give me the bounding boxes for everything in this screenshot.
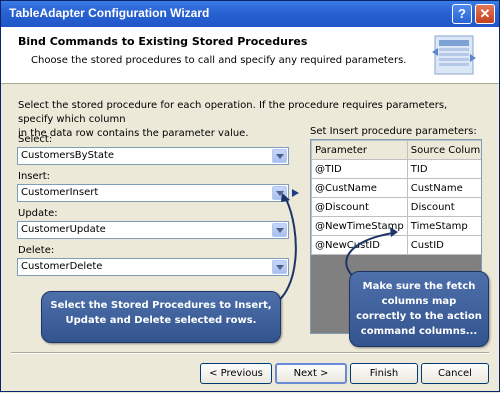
delete-label: Delete: [18,245,55,256]
insert-label: Insert: [18,171,51,182]
callout-right-line-3: correctly to the action [356,311,482,322]
close-button[interactable]: ✕ [475,4,495,24]
instructions-line-1: Select the stored procedure for each ope… [18,100,448,125]
param-cell[interactable]: @CustName [311,178,408,198]
previous-button[interactable]: < Previous [200,363,272,384]
callout-left-line-1: Select the Stored Procedures to Insert, [50,300,272,311]
source-cell[interactable]: CustID [406,235,481,255]
callout-column-mapping: Make sure the fetch columns map correctl… [349,271,489,347]
database-table-icon [432,35,476,75]
source-cell[interactable]: TID [406,159,481,179]
select-value: CustomersByState [21,150,115,161]
chevron-down-icon[interactable] [272,260,287,274]
select-combo[interactable]: CustomersByState [17,147,289,165]
param-cell[interactable]: @NewCustID [311,235,408,255]
help-button[interactable]: ? [452,4,472,24]
wizard-window: TableAdapter Configuration Wizard ? ✕ Bi… [0,0,500,392]
table-header-row: Parameter Source Column [311,140,481,160]
cancel-button[interactable]: Cancel [421,363,489,384]
table-row[interactable]: @CustName CustName [311,178,481,198]
page-title: Bind Commands to Existing Stored Procedu… [18,35,308,48]
page-subtitle: Choose the stored procedures to call and… [31,55,407,66]
title-bar: TableAdapter Configuration Wizard ? ✕ [1,1,499,27]
update-label: Update: [18,208,58,219]
callout-right-line-4: command columns... [360,326,478,337]
callout-left-line-2: Update and Delete selected rows. [65,315,257,326]
callout-right-line-2: columns map [381,296,457,307]
window-title: TableAdapter Configuration Wizard [9,6,210,20]
column-header-source[interactable]: Source Column [406,140,481,160]
update-value: CustomerUpdate [21,224,106,235]
insert-combo[interactable]: CustomerInsert [17,184,289,202]
delete-combo[interactable]: CustomerDelete [17,258,289,276]
table-row[interactable]: @Discount Discount [311,197,481,217]
chevron-down-icon[interactable] [272,223,287,237]
params-label: Set Insert procedure parameters: [310,126,477,137]
table-row[interactable]: @NewCustID CustID [311,235,481,255]
insert-value: CustomerInsert [21,187,99,198]
arrow-right-icon [292,189,299,197]
chevron-down-icon[interactable] [272,186,287,200]
select-label: Select: [18,134,53,145]
param-cell[interactable]: @Discount [311,197,408,217]
table-row[interactable]: @TID TID [311,159,481,179]
callout-right-line-1: Make sure the fetch [362,281,476,292]
footer-separator [11,352,489,354]
param-cell[interactable]: @TID [311,159,408,179]
column-header-parameter[interactable]: Parameter [311,140,408,160]
wizard-header: Bind Commands to Existing Stored Procedu… [1,27,499,84]
delete-value: CustomerDelete [21,261,103,272]
source-cell[interactable]: TimeStamp [406,216,481,236]
table-row[interactable]: @NewTimeStamp TimeStamp [311,216,481,236]
update-combo[interactable]: CustomerUpdate [17,221,289,239]
param-cell[interactable]: @NewTimeStamp [311,216,408,236]
finish-button[interactable]: Finish [350,363,418,384]
callout-select-procedures: Select the Stored Procedures to Insert, … [41,291,281,343]
parameters-table: Parameter Source Column @TID TID @CustNa… [311,140,481,255]
source-cell[interactable]: CustName [406,178,481,198]
next-button[interactable]: Next > [275,363,347,384]
chevron-down-icon[interactable] [272,149,287,163]
source-cell[interactable]: Discount [406,197,481,217]
